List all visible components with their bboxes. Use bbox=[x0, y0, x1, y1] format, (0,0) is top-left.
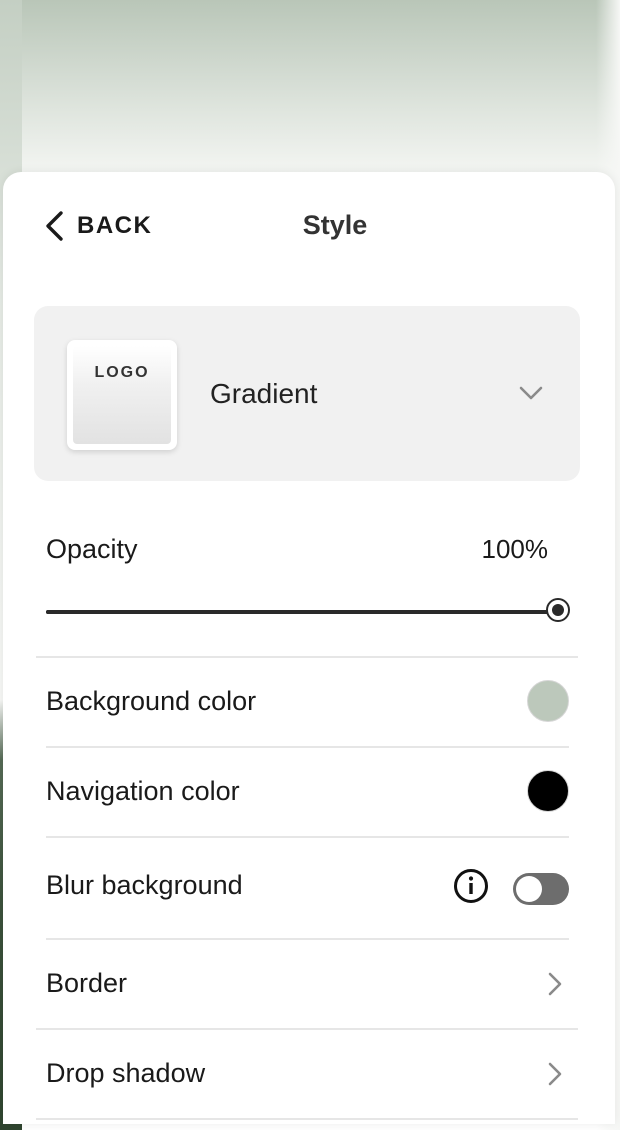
background-color-label: Background color bbox=[46, 686, 257, 716]
opacity-slider[interactable] bbox=[46, 598, 570, 622]
divider bbox=[36, 1118, 578, 1120]
panel-title: Style bbox=[302, 210, 368, 240]
panel-header: BACK Style bbox=[3, 172, 615, 282]
gradient-thumbnail: LOGO bbox=[67, 340, 177, 450]
chevron-right-icon bbox=[547, 971, 563, 1002]
opacity-slider-fill bbox=[46, 610, 558, 614]
info-icon[interactable] bbox=[453, 868, 489, 909]
thumbnail-logo-text: LOGO bbox=[94, 364, 150, 381]
toggle-knob bbox=[516, 876, 542, 902]
border-label: Border bbox=[46, 968, 128, 998]
navigation-color-row[interactable]: Navigation color bbox=[46, 748, 569, 836]
opacity-slider-thumb[interactable] bbox=[546, 598, 570, 622]
background-color-swatch[interactable] bbox=[527, 680, 569, 722]
background-type-dropdown[interactable]: LOGO Gradient bbox=[34, 306, 580, 481]
style-panel: BACK Style LOGO Gradient Opacity 100% Ba… bbox=[3, 172, 615, 1124]
blur-background-label: Blur background bbox=[46, 870, 243, 900]
gradient-preview: LOGO bbox=[73, 346, 171, 444]
background-type-label: Gradient bbox=[210, 378, 318, 409]
drop-shadow-row[interactable]: Drop shadow bbox=[46, 1030, 569, 1118]
navigation-color-label: Navigation color bbox=[46, 776, 240, 806]
blur-background-row: Blur background bbox=[46, 842, 569, 930]
opacity-value: 100% bbox=[481, 534, 549, 564]
drop-shadow-label: Drop shadow bbox=[46, 1058, 206, 1088]
chevron-right-icon bbox=[547, 1061, 563, 1092]
chevron-down-icon bbox=[518, 384, 544, 407]
divider bbox=[46, 836, 569, 838]
border-row[interactable]: Border bbox=[46, 940, 569, 1028]
opacity-label: Opacity bbox=[46, 534, 138, 564]
navigation-color-swatch[interactable] bbox=[527, 770, 569, 812]
background-color-row[interactable]: Background color bbox=[46, 658, 569, 746]
blur-background-toggle[interactable] bbox=[513, 873, 569, 905]
